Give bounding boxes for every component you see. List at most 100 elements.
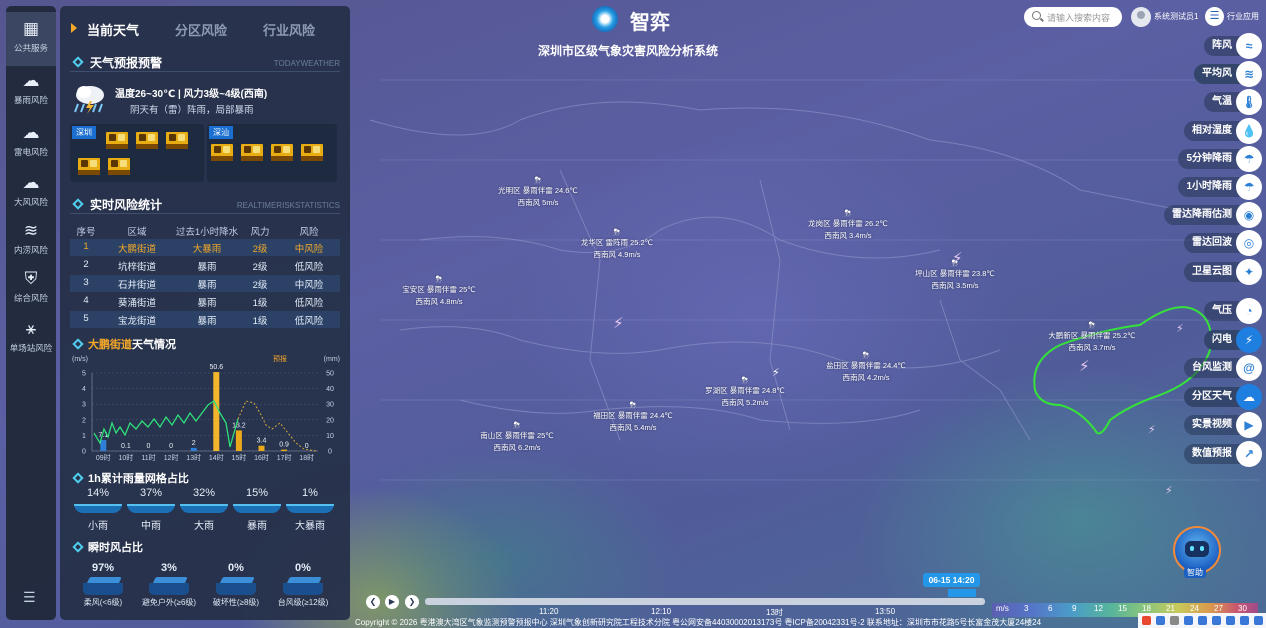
tool-radar-echo[interactable]: 雷达回波 ◎ [1184, 230, 1262, 256]
tool-cloud[interactable]: 分区天气 ☁ [1184, 384, 1262, 410]
warning-badge[interactable] [211, 144, 233, 161]
menu-icon[interactable]: ☰ [23, 589, 36, 606]
district-wind: 西南风 4.8m/s [415, 297, 463, 306]
tab-district-risk[interactable]: 分区风险 [175, 20, 227, 39]
ime-moon-icon [1170, 616, 1179, 625]
chart-icon: ↗ [1236, 441, 1262, 467]
nav-item-station-risk[interactable]: ⚹ 单场站风险 [6, 312, 56, 366]
warning-badge[interactable] [78, 158, 100, 175]
district-label[interactable]: ⛈ 盐田区 暴雨伴雷 24.4℃ 西南风 4.2m/s [816, 350, 916, 384]
radar-echo-icon: ◎ [1236, 230, 1262, 256]
district-label[interactable]: ⛈ 福田区 暴雨伴雷 24.4℃ 西南风 5.4m/s [583, 400, 683, 434]
timeline-track[interactable] [425, 598, 985, 605]
ime-tools-icon [1240, 616, 1249, 625]
forecast-temp-wind: 温度26~30℃ | 风力3级~4级(西南) [115, 89, 268, 100]
warning-badge[interactable] [136, 132, 158, 149]
tool-chart[interactable]: 数值预报 ↗ [1184, 441, 1262, 467]
left-tick: 4 [82, 386, 86, 393]
username[interactable]: 系统测试员1 [1154, 11, 1198, 22]
right-tick: 40 [326, 386, 334, 393]
x-tick: 14时 [209, 453, 224, 462]
district-label[interactable]: ⛈ 南山区 暴雨伴雷 25℃ 西南风 6.2m/s [467, 420, 567, 454]
book-icon: ▦ [22, 19, 40, 38]
wind-icon: ≋ [1236, 61, 1262, 87]
next-icon[interactable]: ❯ [405, 595, 419, 609]
tool-radar-rain[interactable]: 雷达降雨估测 ◉ [1164, 202, 1262, 228]
nav-item-overall-risk[interactable]: ⛨ 综合风险 [6, 262, 56, 316]
tool-satellite[interactable]: 卫星云图 ✦ [1184, 259, 1262, 285]
district-weather: 盐田区 暴雨伴雷 24.4℃ [826, 361, 906, 370]
warning-badge[interactable] [271, 144, 293, 161]
warning-badge[interactable] [166, 132, 188, 149]
thunderstorm-icon: ⛈ [435, 274, 443, 284]
left-nav: ▦ 公共服务 ☁ 暴雨风险 ☁ 雷电风险 ☁ 大风风险 ≋ 内涝风险 ⛨ 综合风险 ⚹ 单场站… [6, 6, 56, 620]
district-weather: 宝安区 暴雨伴雷 25℃ [402, 285, 476, 294]
gust-icon: ≈ [1236, 33, 1262, 59]
nav-item-flood-risk[interactable]: ≋ 内涝风险 [6, 214, 56, 268]
table-row[interactable]: 2 坑梓街道 暴雨 2级 低风险 [70, 257, 340, 274]
tool-lightning[interactable]: 闪电 ⚡ [1204, 327, 1262, 353]
tool-label: 雷达降雨估测 [1172, 209, 1232, 220]
search-input[interactable]: 请输入搜索内容 [1024, 7, 1122, 27]
warning-badge[interactable] [108, 158, 130, 175]
tool-label: 实景视频 [1192, 419, 1232, 430]
warning-badge[interactable] [301, 144, 323, 161]
district-wind: 西南风 5m/s [517, 198, 559, 207]
tool-label: 台风监测 [1192, 362, 1232, 373]
tool-video[interactable]: 实景视频 ▶ [1184, 412, 1262, 438]
nav-item-rainstorm-risk[interactable]: ☁ 暴雨风险 [6, 64, 56, 118]
lightning-icon: ⚡ [613, 315, 624, 332]
warning-badge[interactable] [106, 132, 128, 149]
copyright: Copyright © 2026 粤港澳大湾区气象监测预警预报中心 深圳气象创新… [355, 618, 1042, 627]
table-row[interactable]: 3 石井街道 暴雨 2级 中风险 [70, 275, 340, 292]
tool-gauge[interactable]: 气压 ◔ [1204, 298, 1262, 324]
prev-icon[interactable]: ❮ [366, 595, 380, 609]
nav-item-wind-risk[interactable]: ☁ 大风风险 [6, 166, 56, 220]
industry-app-label[interactable]: 行业应用 [1227, 11, 1259, 22]
district-label[interactable]: ⛈ 龙岗区 暴雨伴雷 26.2℃ 西南风 3.4m/s [798, 208, 898, 242]
industry-app-icon[interactable]: ☰ [1205, 7, 1224, 26]
region-tag: 深汕 [209, 126, 233, 139]
region-tag: 深圳 [72, 126, 96, 139]
tool-label: 卫星云图 [1192, 266, 1232, 277]
play-icon[interactable]: ▶ [385, 595, 399, 609]
district-wind: 西南风 3.7m/s [1068, 343, 1116, 352]
nav-item-thunder-risk[interactable]: ☁ 雷电风险 [6, 116, 56, 170]
district-label[interactable]: ⛈ 罗湖区 暴雨伴雷 24.8℃ 西南风 5.2m/s [695, 375, 795, 409]
tool-wind[interactable]: 平均风 ≋ [1194, 61, 1262, 87]
tool-label: 雷达回波 [1192, 237, 1232, 248]
district-label[interactable]: ⛈ 大鹏新区 暴雨伴雷 25.2℃ 西南风 3.7m/s [1042, 320, 1142, 354]
tab-industry-risk[interactable]: 行业风险 [263, 20, 315, 39]
district-weather: 光明区 暴雨伴雷 24.6℃ [498, 186, 578, 195]
district-weather: 龙华区 雷阵雨 25.2℃ [580, 238, 654, 247]
table-row[interactable]: 1 大鹏街道 大暴雨 2级 中风险 [70, 239, 340, 256]
district-label[interactable]: ⛈ 龙华区 雷阵雨 25.2℃ 西南风 4.9m/s [567, 227, 667, 261]
tool-rain-5min[interactable]: 5分钟降雨 ☂ [1178, 146, 1262, 172]
tab-current-weather[interactable]: 当前天气 [87, 20, 139, 39]
robot-icon [1185, 541, 1209, 557]
tool-thermometer[interactable]: 气温 🌡 [1204, 89, 1262, 115]
timeline-handle[interactable] [948, 589, 976, 597]
right-axis-unit: (mm) [324, 356, 340, 363]
warning-badge[interactable] [241, 144, 263, 161]
assistant-name[interactable]: 智助 [1184, 567, 1206, 578]
tool-gust[interactable]: 阵风 ≈ [1204, 33, 1262, 59]
tool-typhoon[interactable]: 台风监测 @ [1184, 355, 1262, 381]
tool-humidity[interactable]: 相对湿度 💧 [1184, 118, 1262, 144]
tool-rain-1h[interactable]: 1小时降雨 ☂ [1178, 174, 1262, 200]
share-bar [233, 504, 281, 513]
timeline-tick: 13:50 [875, 607, 896, 616]
flood-icon: ≋ [23, 221, 39, 240]
left-tick: 2 [82, 417, 86, 424]
wind-share-item: 3% 避免户外(≥6级) [141, 562, 197, 607]
district-label[interactable]: ⛈ 光明区 暴雨伴雷 24.6℃ 西南风 5m/s [488, 175, 588, 209]
diamond-icon [72, 472, 84, 484]
table-row[interactable]: 4 葵涌街道 暴雨 1级 低风险 [70, 293, 340, 310]
table-row[interactable]: 5 宝龙街道 暴雨 1级 低风险 [70, 311, 340, 328]
avatar[interactable] [1131, 7, 1151, 27]
tool-label: 5分钟降雨 [1186, 153, 1232, 164]
cube-icon [216, 577, 256, 595]
district-label[interactable]: ⛈ 宝安区 暴雨伴雷 25℃ 西南风 4.8m/s [389, 274, 489, 308]
ime-toolbar[interactable] [1138, 613, 1266, 628]
nav-item-public-service[interactable]: ▦ 公共服务 [6, 12, 56, 66]
